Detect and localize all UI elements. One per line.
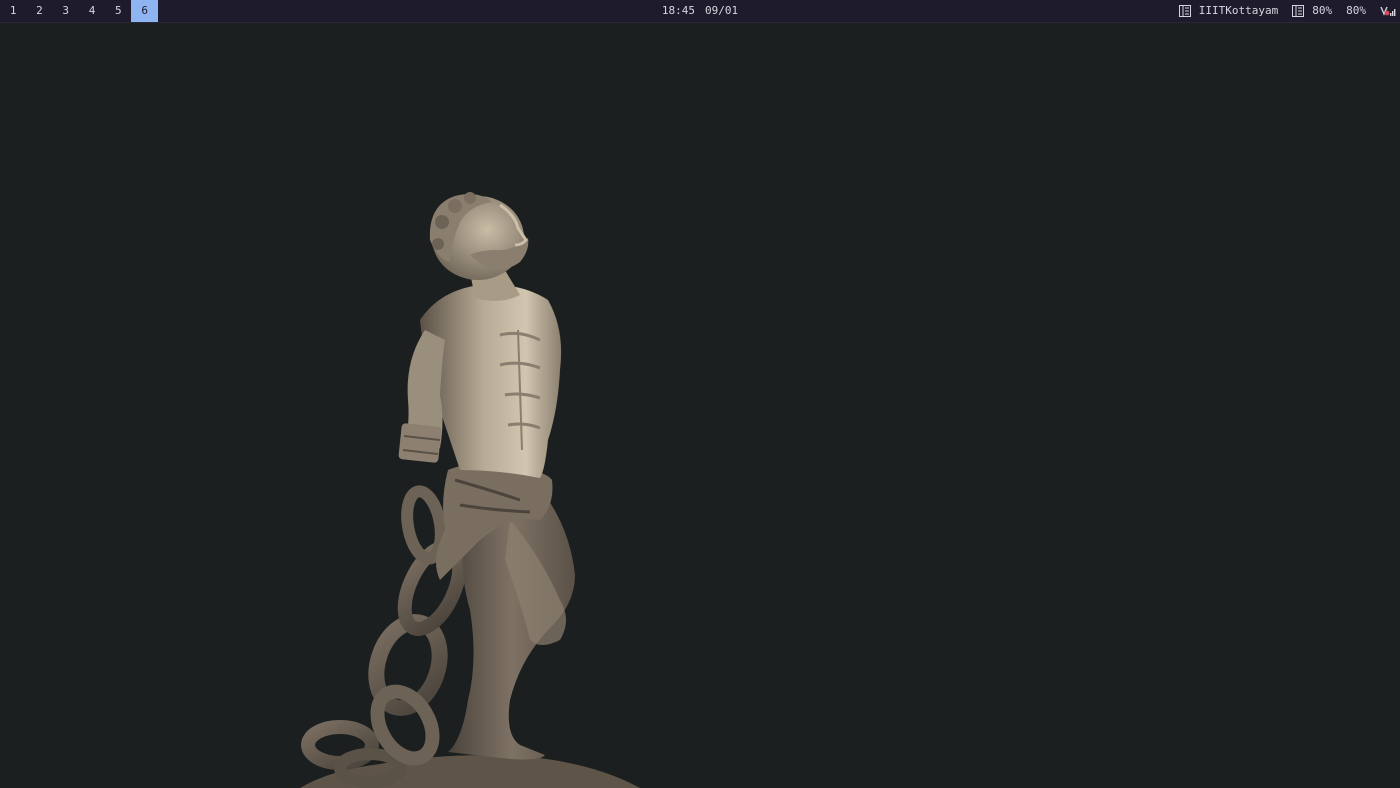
clock-date[interactable]: 09/01 — [705, 4, 738, 17]
status-bar: 1 2 3 4 5 6 18:45 09/01 IIITKottayam 80%… — [0, 0, 1400, 23]
indicator-widget[interactable] — [1380, 0, 1396, 22]
workspace-button-5[interactable]: 5 — [105, 0, 131, 22]
workspace-list: 1 2 3 4 5 6 — [0, 0, 158, 22]
wallpaper — [0, 22, 1400, 788]
system-tray: IIITKottayam 80% 80% — [1165, 0, 1396, 22]
desktop: 1 2 3 4 5 6 18:45 09/01 IIITKottayam 80%… — [0, 0, 1400, 788]
volume-widget[interactable]: 80% — [1292, 0, 1332, 22]
network-widget[interactable]: IIITKottayam — [1178, 0, 1279, 22]
volume-icon — [1292, 5, 1305, 17]
statue-icon — [300, 192, 640, 788]
brightness-widget[interactable]: 80% — [1346, 0, 1366, 22]
workspace-button-2[interactable]: 2 — [26, 0, 52, 22]
workspace-button-1[interactable]: 1 — [0, 0, 26, 22]
workspace-button-4[interactable]: 4 — [79, 0, 105, 22]
workspace-button-6[interactable]: 6 — [131, 0, 158, 22]
network-icon — [1178, 5, 1191, 17]
clock-time[interactable]: 18:45 — [662, 4, 695, 17]
volume-label: 80% — [1312, 4, 1333, 17]
workspace-button-3[interactable]: 3 — [53, 0, 79, 22]
brightness-label: 80% — [1346, 4, 1366, 17]
signal-icon — [1380, 5, 1396, 17]
network-label: IIITKottayam — [1198, 4, 1279, 17]
